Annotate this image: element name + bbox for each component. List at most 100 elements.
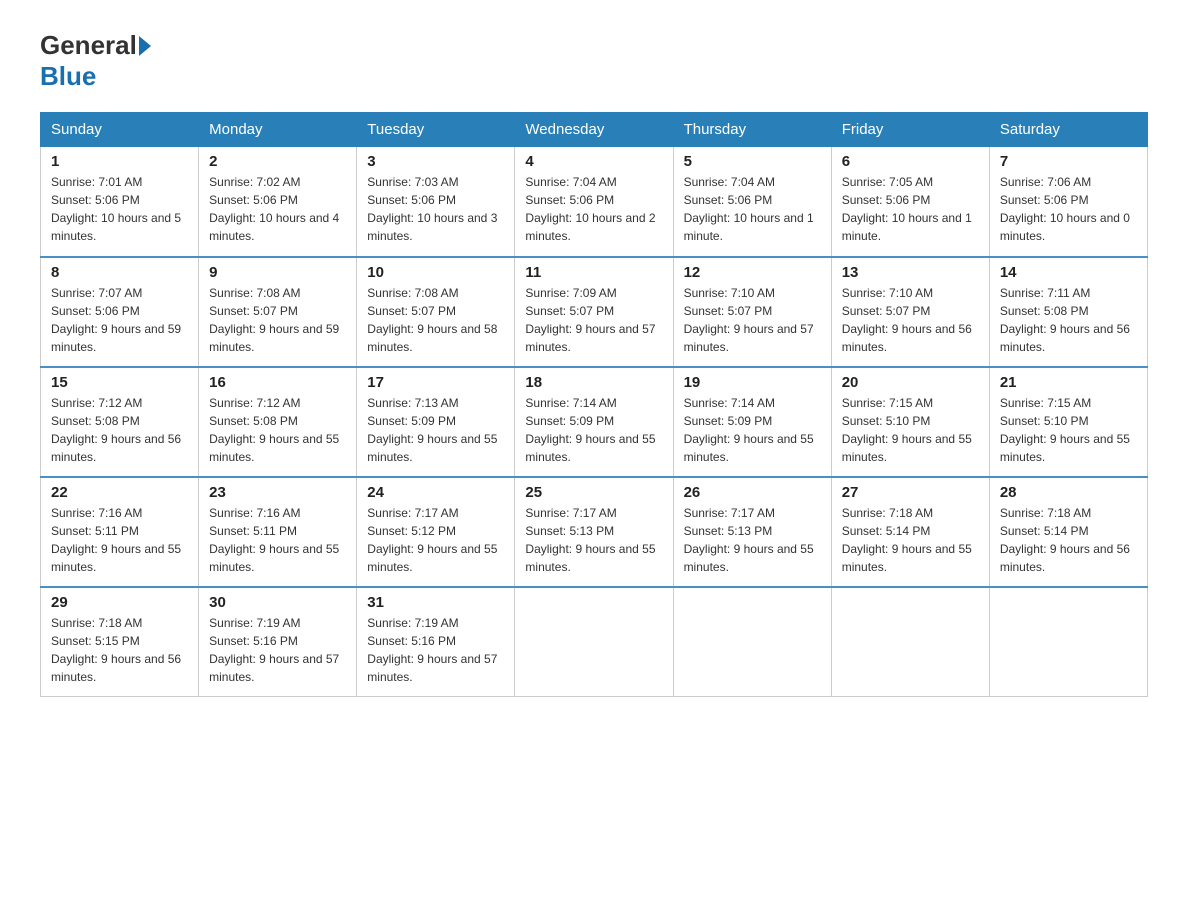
day-number: 8 [51,264,188,281]
calendar-week-2: 8 Sunrise: 7:07 AMSunset: 5:06 PMDayligh… [41,257,1148,367]
day-number: 23 [209,484,346,501]
calendar-cell: 29 Sunrise: 7:18 AMSunset: 5:15 PMDaylig… [41,587,199,697]
calendar-cell: 27 Sunrise: 7:18 AMSunset: 5:14 PMDaylig… [831,477,989,587]
calendar-cell: 30 Sunrise: 7:19 AMSunset: 5:16 PMDaylig… [199,587,357,697]
day-number: 29 [51,594,188,611]
day-number: 11 [525,264,662,281]
calendar-cell: 15 Sunrise: 7:12 AMSunset: 5:08 PMDaylig… [41,367,199,477]
calendar-cell: 3 Sunrise: 7:03 AMSunset: 5:06 PMDayligh… [357,147,515,257]
day-number: 16 [209,374,346,391]
day-header-monday: Monday [199,113,357,147]
day-number: 4 [525,153,662,170]
calendar-cell: 22 Sunrise: 7:16 AMSunset: 5:11 PMDaylig… [41,477,199,587]
calendar-cell: 12 Sunrise: 7:10 AMSunset: 5:07 PMDaylig… [673,257,831,367]
day-header-sunday: Sunday [41,113,199,147]
day-info: Sunrise: 7:12 AMSunset: 5:08 PMDaylight:… [209,396,339,464]
day-info: Sunrise: 7:02 AMSunset: 5:06 PMDaylight:… [209,175,339,243]
calendar-cell: 1 Sunrise: 7:01 AMSunset: 5:06 PMDayligh… [41,147,199,257]
calendar-cell: 25 Sunrise: 7:17 AMSunset: 5:13 PMDaylig… [515,477,673,587]
calendar-cell: 14 Sunrise: 7:11 AMSunset: 5:08 PMDaylig… [989,257,1147,367]
day-number: 3 [367,153,504,170]
calendar-cell: 17 Sunrise: 7:13 AMSunset: 5:09 PMDaylig… [357,367,515,477]
day-info: Sunrise: 7:17 AMSunset: 5:12 PMDaylight:… [367,506,497,574]
calendar-cell: 4 Sunrise: 7:04 AMSunset: 5:06 PMDayligh… [515,147,673,257]
calendar-cell: 24 Sunrise: 7:17 AMSunset: 5:12 PMDaylig… [357,477,515,587]
calendar-cell: 9 Sunrise: 7:08 AMSunset: 5:07 PMDayligh… [199,257,357,367]
calendar-cell: 26 Sunrise: 7:17 AMSunset: 5:13 PMDaylig… [673,477,831,587]
calendar-cell: 2 Sunrise: 7:02 AMSunset: 5:06 PMDayligh… [199,147,357,257]
day-number: 22 [51,484,188,501]
calendar-cell: 13 Sunrise: 7:10 AMSunset: 5:07 PMDaylig… [831,257,989,367]
day-info: Sunrise: 7:08 AMSunset: 5:07 PMDaylight:… [367,286,497,354]
day-header-tuesday: Tuesday [357,113,515,147]
day-info: Sunrise: 7:18 AMSunset: 5:14 PMDaylight:… [842,506,972,574]
day-number: 5 [684,153,821,170]
day-info: Sunrise: 7:07 AMSunset: 5:06 PMDaylight:… [51,286,181,354]
day-number: 31 [367,594,504,611]
day-number: 2 [209,153,346,170]
calendar-cell: 7 Sunrise: 7:06 AMSunset: 5:06 PMDayligh… [989,147,1147,257]
day-info: Sunrise: 7:15 AMSunset: 5:10 PMDaylight:… [842,396,972,464]
day-header-wednesday: Wednesday [515,113,673,147]
calendar-cell: 19 Sunrise: 7:14 AMSunset: 5:09 PMDaylig… [673,367,831,477]
day-number: 14 [1000,264,1137,281]
logo-general-text: General [40,30,137,61]
day-info: Sunrise: 7:15 AMSunset: 5:10 PMDaylight:… [1000,396,1130,464]
day-number: 12 [684,264,821,281]
calendar-cell: 8 Sunrise: 7:07 AMSunset: 5:06 PMDayligh… [41,257,199,367]
calendar-cell: 28 Sunrise: 7:18 AMSunset: 5:14 PMDaylig… [989,477,1147,587]
day-info: Sunrise: 7:18 AMSunset: 5:14 PMDaylight:… [1000,506,1130,574]
day-number: 6 [842,153,979,170]
day-info: Sunrise: 7:12 AMSunset: 5:08 PMDaylight:… [51,396,181,464]
day-number: 7 [1000,153,1137,170]
day-number: 24 [367,484,504,501]
day-number: 27 [842,484,979,501]
day-info: Sunrise: 7:19 AMSunset: 5:16 PMDaylight:… [367,616,497,684]
day-header-friday: Friday [831,113,989,147]
calendar-cell: 5 Sunrise: 7:04 AMSunset: 5:06 PMDayligh… [673,147,831,257]
day-info: Sunrise: 7:04 AMSunset: 5:06 PMDaylight:… [684,175,814,243]
day-info: Sunrise: 7:13 AMSunset: 5:09 PMDaylight:… [367,396,497,464]
calendar-week-4: 22 Sunrise: 7:16 AMSunset: 5:11 PMDaylig… [41,477,1148,587]
header-row: SundayMondayTuesdayWednesdayThursdayFrid… [41,113,1148,147]
calendar-cell: 20 Sunrise: 7:15 AMSunset: 5:10 PMDaylig… [831,367,989,477]
day-info: Sunrise: 7:05 AMSunset: 5:06 PMDaylight:… [842,175,972,243]
day-number: 26 [684,484,821,501]
page-header: General Blue [40,30,1148,92]
calendar-cell: 6 Sunrise: 7:05 AMSunset: 5:06 PMDayligh… [831,147,989,257]
day-info: Sunrise: 7:06 AMSunset: 5:06 PMDaylight:… [1000,175,1130,243]
day-number: 28 [1000,484,1137,501]
day-number: 15 [51,374,188,391]
day-info: Sunrise: 7:09 AMSunset: 5:07 PMDaylight:… [525,286,655,354]
day-number: 20 [842,374,979,391]
day-number: 17 [367,374,504,391]
day-info: Sunrise: 7:14 AMSunset: 5:09 PMDaylight:… [684,396,814,464]
day-info: Sunrise: 7:04 AMSunset: 5:06 PMDaylight:… [525,175,655,243]
day-info: Sunrise: 7:17 AMSunset: 5:13 PMDaylight:… [684,506,814,574]
day-info: Sunrise: 7:10 AMSunset: 5:07 PMDaylight:… [684,286,814,354]
day-info: Sunrise: 7:18 AMSunset: 5:15 PMDaylight:… [51,616,181,684]
logo-blue-text: Blue [40,61,96,92]
day-header-saturday: Saturday [989,113,1147,147]
day-number: 13 [842,264,979,281]
day-number: 30 [209,594,346,611]
calendar-week-1: 1 Sunrise: 7:01 AMSunset: 5:06 PMDayligh… [41,147,1148,257]
day-number: 9 [209,264,346,281]
day-info: Sunrise: 7:14 AMSunset: 5:09 PMDaylight:… [525,396,655,464]
calendar-week-5: 29 Sunrise: 7:18 AMSunset: 5:15 PMDaylig… [41,587,1148,697]
calendar-cell: 31 Sunrise: 7:19 AMSunset: 5:16 PMDaylig… [357,587,515,697]
day-info: Sunrise: 7:17 AMSunset: 5:13 PMDaylight:… [525,506,655,574]
calendar-cell [515,587,673,697]
calendar-cell: 21 Sunrise: 7:15 AMSunset: 5:10 PMDaylig… [989,367,1147,477]
calendar-table: SundayMondayTuesdayWednesdayThursdayFrid… [40,112,1148,697]
day-number: 1 [51,153,188,170]
day-info: Sunrise: 7:16 AMSunset: 5:11 PMDaylight:… [209,506,339,574]
day-info: Sunrise: 7:08 AMSunset: 5:07 PMDaylight:… [209,286,339,354]
day-number: 19 [684,374,821,391]
day-number: 10 [367,264,504,281]
calendar-cell: 16 Sunrise: 7:12 AMSunset: 5:08 PMDaylig… [199,367,357,477]
day-info: Sunrise: 7:19 AMSunset: 5:16 PMDaylight:… [209,616,339,684]
calendar-cell: 11 Sunrise: 7:09 AMSunset: 5:07 PMDaylig… [515,257,673,367]
calendar-cell [673,587,831,697]
calendar-cell: 18 Sunrise: 7:14 AMSunset: 5:09 PMDaylig… [515,367,673,477]
